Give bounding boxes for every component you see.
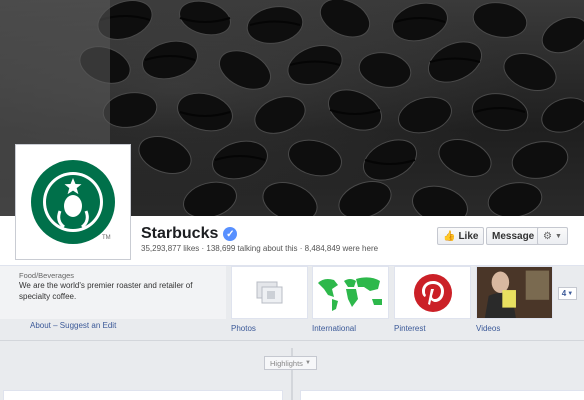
world-map-icon (317, 276, 382, 311)
photos-icon (256, 281, 282, 303)
app-tile-pinterest[interactable] (394, 266, 471, 319)
highlights-dropdown[interactable]: Highlights ▼ (264, 356, 317, 370)
chevron-down-icon: ▼ (304, 360, 311, 366)
video-thumbnail (477, 267, 552, 318)
chevron-down-icon: ▼ (567, 290, 574, 297)
starbucks-logo: TM (31, 160, 115, 244)
verified-badge-icon: ✓ (223, 227, 238, 241)
about-section: Food/Beverages We are the world's premie… (0, 266, 226, 319)
more-apps-count: 4 (561, 289, 567, 298)
about-link[interactable]: About – Suggest an Edit (30, 321, 116, 330)
page-description: We are the world's premier roaster and r… (19, 281, 193, 301)
app-label-photos[interactable]: Photos (231, 324, 256, 333)
message-button[interactable]: Message (486, 227, 541, 245)
message-label: Message (492, 230, 535, 242)
app-label-videos[interactable]: Videos (476, 324, 500, 333)
page-title: Starbucks ✓ (141, 225, 238, 243)
app-tile-videos[interactable] (476, 266, 553, 319)
app-label-international[interactable]: International (312, 324, 356, 333)
thumbs-up-icon: 👍 (443, 230, 456, 242)
settings-menu-button[interactable]: ⚙ ▼ (537, 227, 568, 245)
more-apps-button[interactable]: 4 ▼ (558, 287, 577, 300)
profile-picture[interactable]: TM (15, 144, 131, 260)
timeline-post-right (300, 390, 584, 400)
page-category: Food/Beverages (19, 271, 75, 280)
chevron-down-icon: ▼ (554, 232, 562, 240)
app-tile-photos[interactable] (231, 266, 308, 319)
page-stats: 35,293,877 likes · 138,699 talking about… (141, 244, 379, 253)
app-tile-international[interactable] (312, 266, 389, 319)
timeline-post-left (3, 390, 283, 400)
page-name-text: Starbucks (141, 225, 219, 242)
like-button[interactable]: 👍 Like (437, 227, 485, 245)
svg-text:TM: TM (102, 235, 111, 241)
app-label-pinterest[interactable]: Pinterest (394, 324, 426, 333)
highlights-label: Highlights (270, 358, 303, 368)
pinterest-icon (413, 273, 452, 312)
gear-icon: ⚙ (543, 230, 552, 242)
like-label: Like (458, 230, 479, 242)
